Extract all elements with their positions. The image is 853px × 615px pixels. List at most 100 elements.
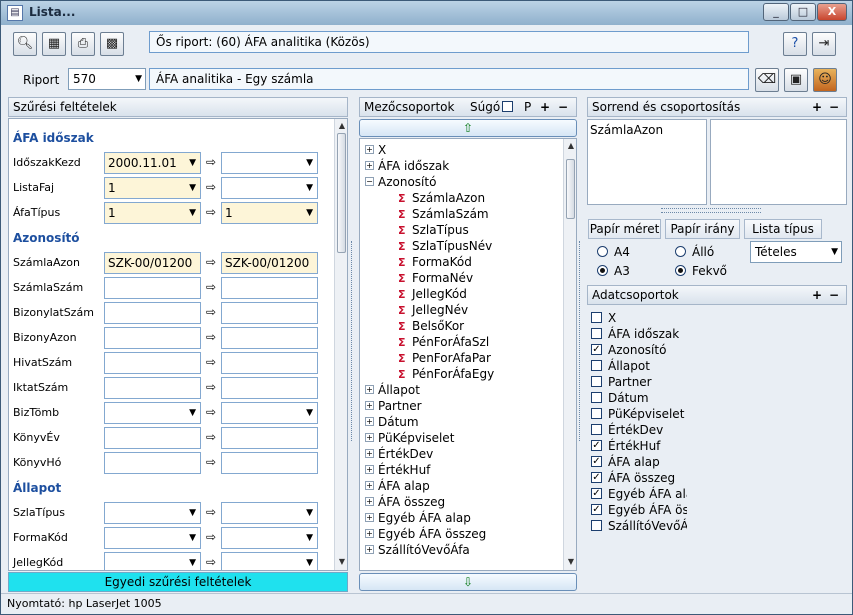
filter-to-input[interactable]: [221, 427, 318, 449]
datagroup-item[interactable]: ✓ Azonosító: [591, 342, 666, 358]
filter-from-input[interactable]: ▼: [104, 502, 201, 524]
tree-group-item[interactable]: + Állapot: [365, 382, 420, 398]
scroll-up-icon[interactable]: ▲: [336, 120, 347, 132]
filter-from-input[interactable]: 1 ▼: [104, 202, 201, 224]
tree-group-item[interactable]: + PüKépviselet: [365, 430, 454, 446]
tree-group-item[interactable]: + ÁFA időszak: [365, 158, 449, 174]
filter-to-input[interactable]: [221, 377, 318, 399]
checkbox[interactable]: ✓: [591, 488, 602, 499]
tree-field-item[interactable]: Σ JellegNév: [398, 302, 468, 318]
checkbox[interactable]: [591, 328, 602, 339]
help-checkbox[interactable]: [502, 101, 513, 112]
clear-button[interactable]: ⌫: [755, 68, 779, 92]
expand-icon[interactable]: +: [365, 545, 374, 554]
checkbox[interactable]: ✓: [591, 456, 602, 467]
expand-icon[interactable]: +: [365, 481, 374, 490]
filter-to-input[interactable]: [221, 352, 318, 374]
filter-to-input[interactable]: ▼: [221, 552, 318, 570]
expand-icon[interactable]: +: [365, 401, 374, 410]
group-list[interactable]: [710, 119, 847, 205]
exit-button[interactable]: ⇥: [812, 32, 836, 56]
radio-a3[interactable]: A3: [597, 264, 630, 278]
uncheck-all-icon[interactable]: −: [829, 286, 839, 304]
report-id-select[interactable]: 570 ▼: [68, 68, 146, 90]
filter-from-input[interactable]: [104, 352, 201, 374]
sort-item[interactable]: SzámlaAzon: [590, 123, 663, 137]
help-button[interactable]: ?: [783, 32, 807, 56]
tree-group-item[interactable]: − Azonosító: [365, 174, 436, 190]
add-sort-icon[interactable]: +: [812, 98, 822, 116]
filter-from-input[interactable]: ▼: [104, 527, 201, 549]
radio-a4[interactable]: A4: [597, 245, 630, 259]
tree-group-item[interactable]: + ÉrtékHuf: [365, 462, 430, 478]
calculator-button[interactable]: ▦: [42, 32, 66, 56]
filter-to-input[interactable]: [221, 277, 318, 299]
datagroup-item[interactable]: X: [591, 310, 616, 326]
left-splitter[interactable]: [351, 241, 357, 441]
tree-field-item[interactable]: Σ JellegKód: [398, 286, 467, 302]
expand-icon[interactable]: +: [365, 497, 374, 506]
checkbox[interactable]: ✓: [591, 472, 602, 483]
checkbox[interactable]: ✓: [591, 504, 602, 515]
radio-portrait[interactable]: Álló: [675, 245, 714, 259]
expand-icon[interactable]: +: [365, 465, 374, 474]
filter-from-input[interactable]: [104, 277, 201, 299]
expand-icon[interactable]: +: [365, 417, 374, 426]
expand-icon[interactable]: +: [365, 529, 374, 538]
checkbox[interactable]: [591, 520, 602, 531]
tree-group-item[interactable]: + ÉrtékDev: [365, 446, 433, 462]
scroll-down-icon[interactable]: ▼: [565, 556, 576, 568]
tree-field-item[interactable]: Σ BelsőKor: [398, 318, 464, 334]
collapse-icon[interactable]: −: [365, 177, 374, 186]
filters-scrollbar[interactable]: ▲ ▼: [334, 119, 347, 570]
checkbox[interactable]: ✓: [591, 440, 602, 451]
filter-from-input[interactable]: [104, 327, 201, 349]
tree-scrollbar[interactable]: ▲ ▼: [563, 139, 576, 570]
maximize-button[interactable]: □: [790, 3, 816, 21]
datagroup-item[interactable]: ✓ Egyéb ÁFA alap: [591, 486, 687, 502]
filter-to-input[interactable]: ▼: [221, 402, 318, 424]
expand-icon[interactable]: +: [365, 161, 374, 170]
filter-to-input[interactable]: SZK-00/01200: [221, 252, 318, 274]
users-button[interactable]: ☺: [813, 68, 837, 92]
tree-group-item[interactable]: + Egyéb ÁFA összeg: [365, 526, 486, 542]
filter-to-input[interactable]: 1 ▼: [221, 202, 318, 224]
filter-to-input[interactable]: ▼: [221, 527, 318, 549]
close-button[interactable]: X: [817, 3, 847, 21]
checkbox[interactable]: [591, 360, 602, 371]
scroll-thumb[interactable]: [337, 133, 346, 253]
scroll-down-icon[interactable]: ▼: [336, 556, 347, 568]
expand-icon[interactable]: +: [365, 433, 374, 442]
tree-field-item[interactable]: Σ SzámlaSzám: [398, 206, 489, 222]
tree-group-item[interactable]: + SzállítóVevőÁfa: [365, 542, 470, 558]
filter-from-input[interactable]: [104, 452, 201, 474]
tree-group-item[interactable]: + Egyéb ÁFA alap: [365, 510, 471, 526]
filter-to-input[interactable]: [221, 327, 318, 349]
datagroup-item[interactable]: PüKépviselet: [591, 406, 684, 422]
list-type-select[interactable]: Tételes ▼: [750, 241, 842, 263]
tree-field-item[interactable]: Σ PénForÁfaSzl: [398, 334, 489, 350]
datagroup-item[interactable]: ✓ ÁFA összeg: [591, 470, 675, 486]
expand-icon[interactable]: +: [365, 513, 374, 522]
expand-icon[interactable]: +: [365, 449, 374, 458]
print-button[interactable]: ⎙: [71, 32, 95, 56]
filter-to-input[interactable]: ▼: [221, 177, 318, 199]
tree-group-item[interactable]: + ÁFA alap: [365, 478, 430, 494]
datagroup-item[interactable]: Állapot: [591, 358, 650, 374]
filter-from-input[interactable]: 2000.11.01 ▼: [104, 152, 201, 174]
minimize-button[interactable]: _: [763, 3, 789, 21]
datagroup-item[interactable]: SzállítóVevőÁfa: [591, 518, 687, 534]
checkbox[interactable]: [591, 424, 602, 435]
filter-to-input[interactable]: ▼: [221, 152, 318, 174]
tree-field-item[interactable]: Σ SzlaTípusNév: [398, 238, 492, 254]
tree-field-item[interactable]: Σ SzámlaAzon: [398, 190, 485, 206]
tree-field-item[interactable]: Σ SzlaTípus: [398, 222, 469, 238]
datagroup-item[interactable]: Dátum: [591, 390, 649, 406]
filter-from-input[interactable]: [104, 427, 201, 449]
preview-button[interactable]: 🔍︎: [13, 32, 37, 56]
remove-sort-icon[interactable]: −: [829, 98, 839, 116]
tree-group-item[interactable]: + Dátum: [365, 414, 419, 430]
move-up-button[interactable]: ⇧: [359, 119, 577, 137]
tree-group-item[interactable]: + X: [365, 142, 386, 158]
datagroup-item[interactable]: Partner: [591, 374, 652, 390]
